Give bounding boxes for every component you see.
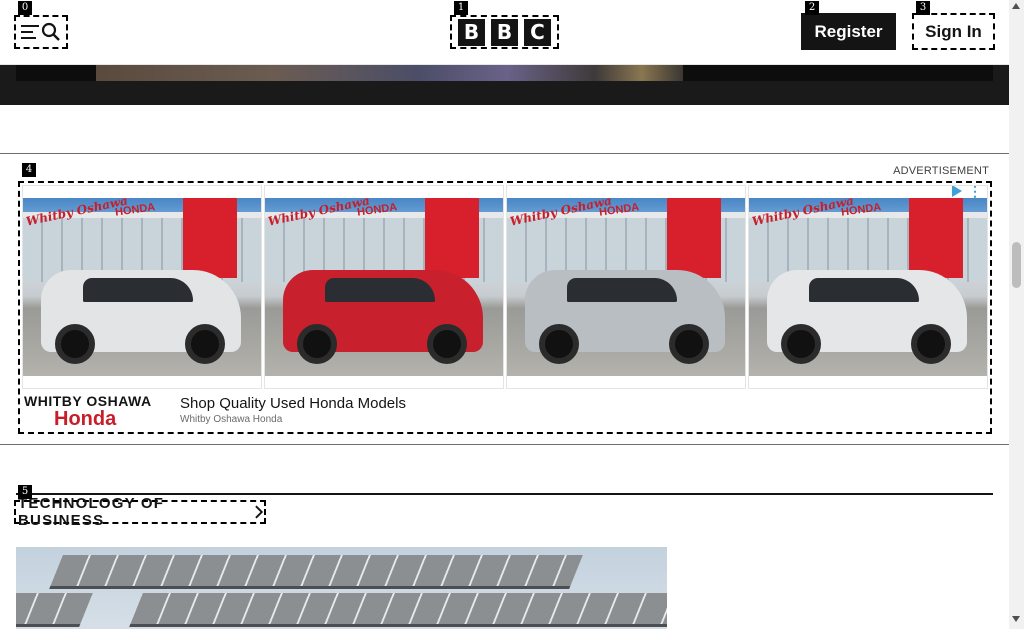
- ad-car-photo[interactable]: Whitby Oshawa HONDA: [23, 198, 261, 376]
- scroll-down-arrow-icon[interactable]: [1012, 616, 1020, 622]
- scroll-up-arrow-icon[interactable]: [1012, 3, 1020, 9]
- ad-label: ADVERTISEMENT: [893, 165, 989, 177]
- ad-card[interactable]: Whitby Oshawa HONDA: [22, 185, 262, 389]
- ad-car-photo[interactable]: Whitby Oshawa HONDA: [749, 198, 987, 376]
- logo-letter-c: C: [524, 18, 551, 46]
- element-marker-1: 1: [454, 1, 468, 15]
- section-title: TECHNOLOGY OF BUSINESS: [18, 495, 165, 529]
- search-icon: [41, 22, 60, 41]
- scrollbar-thumb[interactable]: [1012, 242, 1021, 288]
- ad-advertiser: Whitby Oshawa Honda: [180, 414, 283, 425]
- element-marker-4: 4: [22, 163, 36, 177]
- ad-card[interactable]: Whitby Oshawa HONDA: [748, 185, 988, 389]
- ad-card[interactable]: Whitby Oshawa HONDA: [264, 185, 504, 389]
- ad-card[interactable]: Whitby Oshawa HONDA: [506, 185, 746, 389]
- register-button[interactable]: Register: [801, 13, 896, 50]
- section-link-technology-of-business[interactable]: TECHNOLOGY OF BUSINESS: [14, 495, 266, 529]
- dealer-logo-line2: Honda: [54, 408, 117, 430]
- menu-search-button[interactable]: [14, 15, 68, 49]
- video-frame: [16, 65, 993, 81]
- dealer-logo: WHITBY OSHAWA Honda: [24, 393, 170, 430]
- logo-letter-b1: B: [458, 18, 485, 46]
- ad-unit[interactable]: ⋮ Whitby Oshawa HONDA Whitby Oshawa HONDA Wh…: [18, 181, 992, 434]
- element-marker-3: 3: [916, 1, 930, 15]
- ad-footer[interactable]: WHITBY OSHAWA Honda Shop Quality Used Ho…: [22, 392, 990, 432]
- bbc-logo[interactable]: B B C: [450, 15, 559, 49]
- page-scrollbar[interactable]: [1009, 0, 1024, 629]
- video-band: [0, 65, 1009, 105]
- element-marker-2: 2: [805, 1, 819, 15]
- dealer-logo-line1: WHITBY OSHAWA: [24, 393, 152, 409]
- article-image-solar-panels[interactable]: [16, 547, 667, 629]
- logo-letter-b2: B: [491, 18, 518, 46]
- site-header: B B C Register Sign In: [0, 0, 1009, 65]
- ad-section: ADVERTISEMENT ⋮ Whitby Oshawa HONDA Whitby…: [0, 153, 1009, 445]
- hamburger-icon: [21, 25, 39, 39]
- ad-carousel: Whitby Oshawa HONDA Whitby Oshawa HONDA Whit…: [22, 185, 988, 389]
- ad-car-photo[interactable]: Whitby Oshawa HONDA: [507, 198, 745, 376]
- element-marker-5: 5: [18, 485, 32, 499]
- sign-in-button[interactable]: Sign In: [912, 13, 995, 50]
- ad-car-photo[interactable]: Whitby Oshawa HONDA: [265, 198, 503, 376]
- video-thumbnail[interactable]: [96, 65, 683, 81]
- element-marker-0: 0: [18, 1, 32, 15]
- chevron-right-icon: [255, 505, 264, 519]
- ad-headline[interactable]: Shop Quality Used Honda Models: [180, 395, 406, 412]
